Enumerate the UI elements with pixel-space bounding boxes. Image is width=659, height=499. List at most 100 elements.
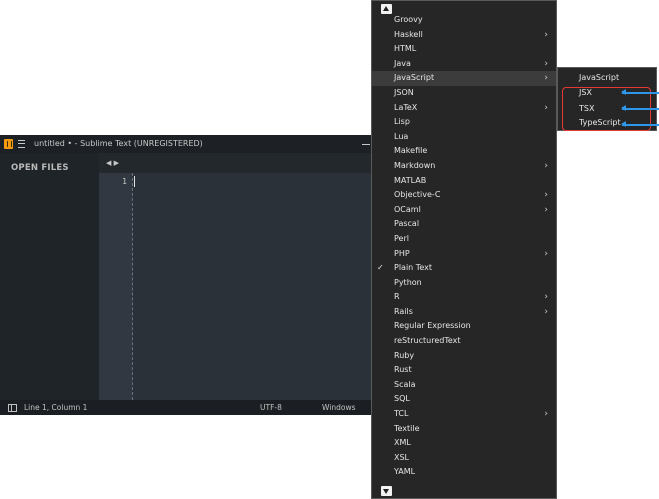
menu-item-label: YAML xyxy=(394,467,416,477)
menu-item-makefile[interactable]: Makefile xyxy=(372,144,556,159)
menu-item-php[interactable]: PHP › xyxy=(372,247,556,262)
status-cursor-position: Line 1, Column 1 xyxy=(24,403,88,412)
menu-item-label: JavaScript xyxy=(394,73,435,83)
submenu-item-javascript[interactable]: JavaScript xyxy=(579,73,619,82)
sidebar: OPEN FILES xyxy=(0,153,99,400)
chevron-right-icon: › xyxy=(544,248,548,259)
annotation-arrow-tsx xyxy=(621,105,659,111)
window-title: untitled • - Sublime Text (UNREGISTERED) xyxy=(34,139,203,148)
menu-item-label: Haskell xyxy=(394,29,423,39)
chevron-right-icon: › xyxy=(544,204,548,215)
menu-item-label: MATLAB xyxy=(394,175,427,185)
chevron-right-icon: › xyxy=(544,102,548,113)
menu-item-label: Makefile xyxy=(394,146,428,156)
text-cursor xyxy=(134,176,135,187)
menu-item-label: Pascal xyxy=(394,219,420,229)
menu-item-pascal[interactable]: Pascal xyxy=(372,217,556,232)
menu-item-label: OCaml xyxy=(394,204,421,214)
chevron-right-icon: › xyxy=(544,73,548,84)
chevron-right-icon: › xyxy=(544,160,548,171)
menu-item-regular-expression[interactable]: Regular Expression xyxy=(372,319,556,334)
menu-item-xml[interactable]: XML xyxy=(372,436,556,451)
menu-item-label: JSON xyxy=(394,87,414,97)
menu-item-plain-text[interactable]: ✓ Plain Text xyxy=(372,261,556,276)
menu-item-javascript[interactable]: JavaScript › xyxy=(372,71,556,86)
checkmark-icon: ✓ xyxy=(377,263,384,273)
menu-item-label: Textile xyxy=(394,423,420,433)
status-bar: Line 1, Column 1 UTF-8 Windows xyxy=(0,400,372,415)
menu-item-label: SQL xyxy=(394,394,410,404)
menu-item-label: Objective-C xyxy=(394,190,441,200)
chevron-right-icon: › xyxy=(544,58,548,69)
sublime-logo-icon xyxy=(4,139,13,149)
menu-item-r[interactable]: R › xyxy=(372,290,556,305)
title-bar: untitled • - Sublime Text (UNREGISTERED) xyxy=(0,135,372,153)
menu-item-label: Rust xyxy=(394,365,412,375)
menu-item-xsl[interactable]: XSL xyxy=(372,451,556,466)
menu-item-objective-c[interactable]: Objective-C › xyxy=(372,188,556,203)
menu-item-tcl[interactable]: TCL › xyxy=(372,407,556,422)
minimize-icon[interactable] xyxy=(362,144,370,145)
syntax-menu: Groovy Haskell › HTML Java › JavaScript › JSON La… xyxy=(371,0,557,499)
menu-item-label: PHP xyxy=(394,248,410,258)
menu-item-label: Groovy xyxy=(394,15,423,24)
editor-area[interactable]: 1 xyxy=(99,173,372,400)
menu-item-ocaml[interactable]: OCaml › xyxy=(372,203,556,218)
hamburger-menu-icon[interactable] xyxy=(18,140,25,148)
menu-item-label: Python xyxy=(394,277,422,287)
menu-item-json[interactable]: JSON xyxy=(372,86,556,101)
menu-item-label: Plain Text xyxy=(394,263,432,273)
menu-item-label: Ruby xyxy=(394,350,415,360)
menu-item-ruby[interactable]: Ruby xyxy=(372,349,556,364)
gutter: 1 xyxy=(99,173,132,400)
menu-item-python[interactable]: Python xyxy=(372,276,556,291)
menu-item-label: HTML xyxy=(394,44,417,54)
panel-toggle-icon[interactable] xyxy=(8,404,17,412)
chevron-right-icon: › xyxy=(544,409,548,420)
menu-item-label: XSL xyxy=(394,452,410,462)
menu-item-rust[interactable]: Rust xyxy=(372,363,556,378)
syntax-menu-list: Groovy Haskell › HTML Java › JavaScript › JSON La… xyxy=(372,13,556,480)
line-number: 1 xyxy=(122,177,127,186)
menu-item-label: R xyxy=(394,292,400,302)
menu-item-label: Java xyxy=(394,58,411,68)
menu-item-matlab[interactable]: MATLAB xyxy=(372,174,556,189)
menu-item-perl[interactable]: Perl xyxy=(372,232,556,247)
menu-item-label: Lisp xyxy=(394,117,410,127)
menu-item-label: reStructuredText xyxy=(394,336,461,346)
chevron-right-icon: › xyxy=(544,306,548,317)
menu-item-label: XML xyxy=(394,438,411,448)
menu-item-haskell[interactable]: Haskell › xyxy=(372,28,556,43)
menu-scroll-down-button[interactable] xyxy=(381,486,392,496)
menu-item-label: TCL xyxy=(394,409,409,419)
sidebar-title: OPEN FILES xyxy=(11,163,69,173)
chevron-right-icon: › xyxy=(544,29,548,40)
status-line-ending[interactable]: Windows xyxy=(322,403,355,412)
chevron-right-icon: › xyxy=(544,190,548,201)
menu-item-lisp[interactable]: Lisp xyxy=(372,115,556,130)
tab-nav-arrows-icon[interactable]: ◀ ▶ xyxy=(106,159,119,167)
menu-item-java[interactable]: Java › xyxy=(372,57,556,72)
menu-item-label: Regular Expression xyxy=(394,321,471,331)
menu-item-label: Markdown xyxy=(394,160,436,170)
menu-item-label: Lua xyxy=(394,131,409,141)
menu-item-sql[interactable]: SQL xyxy=(372,392,556,407)
menu-item-label: Rails xyxy=(394,306,413,316)
menu-item-label: Scala xyxy=(394,379,416,389)
menu-item-lua[interactable]: Lua xyxy=(372,130,556,145)
sublime-window: untitled • - Sublime Text (UNREGISTERED)… xyxy=(0,135,372,415)
menu-item-groovy[interactable]: Groovy xyxy=(372,13,556,28)
chevron-right-icon: › xyxy=(544,292,548,303)
menu-item-restructuredtext[interactable]: reStructuredText xyxy=(372,334,556,349)
status-encoding[interactable]: UTF-8 xyxy=(260,403,282,412)
menu-item-textile[interactable]: Textile xyxy=(372,422,556,437)
annotation-arrow-typescript xyxy=(621,121,659,127)
menu-item-yaml[interactable]: YAML xyxy=(372,465,556,480)
menu-item-rails[interactable]: Rails › xyxy=(372,305,556,320)
menu-item-scala[interactable]: Scala xyxy=(372,378,556,393)
menu-item-label: LaTeX xyxy=(394,102,418,112)
menu-item-html[interactable]: HTML xyxy=(372,42,556,57)
annotation-arrow-jsx xyxy=(621,89,659,95)
menu-item-latex[interactable]: LaTeX › xyxy=(372,101,556,116)
menu-item-markdown[interactable]: Markdown › xyxy=(372,159,556,174)
